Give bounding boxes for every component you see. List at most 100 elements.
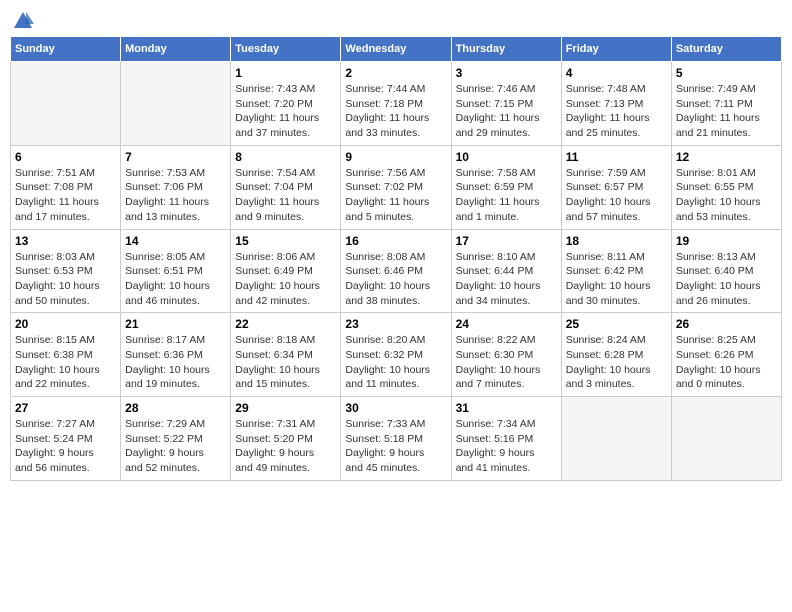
calendar-cell: 9 Sunrise: 7:56 AM Sunset: 7:02 PM Daylig…	[341, 145, 451, 229]
day-number: 1	[235, 66, 336, 80]
calendar-cell: 12 Sunrise: 8:01 AM Sunset: 6:55 PM Dayli…	[671, 145, 781, 229]
day-info: Sunrise: 8:08 AM Sunset: 6:46 PM Dayligh…	[345, 250, 446, 309]
day-info: Sunrise: 8:18 AM Sunset: 6:34 PM Dayligh…	[235, 333, 336, 392]
day-number: 5	[676, 66, 777, 80]
day-number: 22	[235, 317, 336, 331]
day-info: Sunrise: 8:11 AM Sunset: 6:42 PM Dayligh…	[566, 250, 667, 309]
day-number: 29	[235, 401, 336, 415]
calendar-cell: 22 Sunrise: 8:18 AM Sunset: 6:34 PM Dayli…	[231, 313, 341, 397]
calendar-cell: 23 Sunrise: 8:20 AM Sunset: 6:32 PM Dayli…	[341, 313, 451, 397]
day-info: Sunrise: 7:44 AM Sunset: 7:18 PM Dayligh…	[345, 82, 446, 141]
weekday-header-thursday: Thursday	[451, 37, 561, 62]
logo	[10, 10, 34, 28]
day-number: 30	[345, 401, 446, 415]
calendar-cell: 21 Sunrise: 8:17 AM Sunset: 6:36 PM Dayli…	[121, 313, 231, 397]
day-number: 8	[235, 150, 336, 164]
day-info: Sunrise: 7:59 AM Sunset: 6:57 PM Dayligh…	[566, 166, 667, 225]
calendar-cell: 7 Sunrise: 7:53 AM Sunset: 7:06 PM Daylig…	[121, 145, 231, 229]
calendar-cell: 15 Sunrise: 8:06 AM Sunset: 6:49 PM Dayli…	[231, 229, 341, 313]
day-number: 18	[566, 234, 667, 248]
calendar-cell: 13 Sunrise: 8:03 AM Sunset: 6:53 PM Dayli…	[11, 229, 121, 313]
calendar-cell	[11, 62, 121, 146]
day-info: Sunrise: 7:43 AM Sunset: 7:20 PM Dayligh…	[235, 82, 336, 141]
day-info: Sunrise: 7:49 AM Sunset: 7:11 PM Dayligh…	[676, 82, 777, 141]
day-number: 24	[456, 317, 557, 331]
calendar-cell: 16 Sunrise: 8:08 AM Sunset: 6:46 PM Dayli…	[341, 229, 451, 313]
day-info: Sunrise: 7:46 AM Sunset: 7:15 PM Dayligh…	[456, 82, 557, 141]
calendar-cell: 1 Sunrise: 7:43 AM Sunset: 7:20 PM Daylig…	[231, 62, 341, 146]
calendar-week-2: 6 Sunrise: 7:51 AM Sunset: 7:08 PM Daylig…	[11, 145, 782, 229]
day-number: 6	[15, 150, 116, 164]
day-number: 13	[15, 234, 116, 248]
calendar-cell: 11Sunrise: 7:59 AM Sunset: 6:57 PM Dayli…	[561, 145, 671, 229]
calendar-cell: 4Sunrise: 7:48 AM Sunset: 7:13 PM Daylig…	[561, 62, 671, 146]
calendar-cell: 2 Sunrise: 7:44 AM Sunset: 7:18 PM Daylig…	[341, 62, 451, 146]
day-number: 31	[456, 401, 557, 415]
day-info: Sunrise: 8:13 AM Sunset: 6:40 PM Dayligh…	[676, 250, 777, 309]
day-number: 15	[235, 234, 336, 248]
calendar-week-1: 1 Sunrise: 7:43 AM Sunset: 7:20 PM Daylig…	[11, 62, 782, 146]
day-info: Sunrise: 8:17 AM Sunset: 6:36 PM Dayligh…	[125, 333, 226, 392]
day-info: Sunrise: 7:51 AM Sunset: 7:08 PM Dayligh…	[15, 166, 116, 225]
calendar-cell: 3 Sunrise: 7:46 AM Sunset: 7:15 PM Daylig…	[451, 62, 561, 146]
calendar-week-4: 20 Sunrise: 8:15 AM Sunset: 6:38 PM Dayli…	[11, 313, 782, 397]
day-number: 14	[125, 234, 226, 248]
calendar-table: SundayMondayTuesdayWednesdayThursdayFrid…	[10, 36, 782, 481]
calendar-cell: 14 Sunrise: 8:05 AM Sunset: 6:51 PM Dayli…	[121, 229, 231, 313]
day-number: 9	[345, 150, 446, 164]
weekday-header-sunday: Sunday	[11, 37, 121, 62]
weekday-header-row: SundayMondayTuesdayWednesdayThursdayFrid…	[11, 37, 782, 62]
calendar-cell: 19 Sunrise: 8:13 AM Sunset: 6:40 PM Dayli…	[671, 229, 781, 313]
calendar-cell: 29 Sunrise: 7:31 AM Sunset: 5:20 PM Dayli…	[231, 397, 341, 481]
calendar-cell: 26 Sunrise: 8:25 AM Sunset: 6:26 PM Dayli…	[671, 313, 781, 397]
calendar-cell	[121, 62, 231, 146]
day-number: 16	[345, 234, 446, 248]
day-info: Sunrise: 8:10 AM Sunset: 6:44 PM Dayligh…	[456, 250, 557, 309]
calendar-week-3: 13 Sunrise: 8:03 AM Sunset: 6:53 PM Dayli…	[11, 229, 782, 313]
weekday-header-tuesday: Tuesday	[231, 37, 341, 62]
calendar-cell: 18 Sunrise: 8:11 AM Sunset: 6:42 PM Dayli…	[561, 229, 671, 313]
day-number: 27	[15, 401, 116, 415]
day-info: Sunrise: 8:24 AM Sunset: 6:28 PM Dayligh…	[566, 333, 667, 392]
day-number: 7	[125, 150, 226, 164]
day-info: Sunrise: 7:34 AM Sunset: 5:16 PM Dayligh…	[456, 417, 557, 476]
day-info: Sunrise: 7:58 AM Sunset: 6:59 PM Dayligh…	[456, 166, 557, 225]
day-number: 28	[125, 401, 226, 415]
calendar-cell: 27 Sunrise: 7:27 AM Sunset: 5:24 PM Dayli…	[11, 397, 121, 481]
calendar-cell: 10 Sunrise: 7:58 AM Sunset: 6:59 PM Dayli…	[451, 145, 561, 229]
day-number: 23	[345, 317, 446, 331]
day-number: 19	[676, 234, 777, 248]
day-info: Sunrise: 7:56 AM Sunset: 7:02 PM Dayligh…	[345, 166, 446, 225]
day-number: 10	[456, 150, 557, 164]
calendar-week-5: 27 Sunrise: 7:27 AM Sunset: 5:24 PM Dayli…	[11, 397, 782, 481]
day-info: Sunrise: 7:27 AM Sunset: 5:24 PM Dayligh…	[15, 417, 116, 476]
day-number: 3	[456, 66, 557, 80]
day-number: 20	[15, 317, 116, 331]
calendar-cell: 24Sunrise: 8:22 AM Sunset: 6:30 PM Dayli…	[451, 313, 561, 397]
day-info: Sunrise: 8:20 AM Sunset: 6:32 PM Dayligh…	[345, 333, 446, 392]
calendar-cell: 8Sunrise: 7:54 AM Sunset: 7:04 PM Daylig…	[231, 145, 341, 229]
calendar-cell	[671, 397, 781, 481]
day-info: Sunrise: 8:25 AM Sunset: 6:26 PM Dayligh…	[676, 333, 777, 392]
day-number: 25	[566, 317, 667, 331]
day-number: 26	[676, 317, 777, 331]
page-header	[10, 10, 782, 28]
day-info: Sunrise: 7:33 AM Sunset: 5:18 PM Dayligh…	[345, 417, 446, 476]
day-info: Sunrise: 8:03 AM Sunset: 6:53 PM Dayligh…	[15, 250, 116, 309]
day-number: 2	[345, 66, 446, 80]
day-info: Sunrise: 7:31 AM Sunset: 5:20 PM Dayligh…	[235, 417, 336, 476]
calendar-cell: 5 Sunrise: 7:49 AM Sunset: 7:11 PM Daylig…	[671, 62, 781, 146]
day-number: 21	[125, 317, 226, 331]
day-info: Sunrise: 8:15 AM Sunset: 6:38 PM Dayligh…	[15, 333, 116, 392]
day-info: Sunrise: 8:06 AM Sunset: 6:49 PM Dayligh…	[235, 250, 336, 309]
logo-icon	[12, 10, 34, 32]
weekday-header-monday: Monday	[121, 37, 231, 62]
day-info: Sunrise: 8:01 AM Sunset: 6:55 PM Dayligh…	[676, 166, 777, 225]
day-number: 12	[676, 150, 777, 164]
calendar-cell: 17 Sunrise: 8:10 AM Sunset: 6:44 PM Dayli…	[451, 229, 561, 313]
day-info: Sunrise: 7:53 AM Sunset: 7:06 PM Dayligh…	[125, 166, 226, 225]
weekday-header-saturday: Saturday	[671, 37, 781, 62]
day-info: Sunrise: 8:05 AM Sunset: 6:51 PM Dayligh…	[125, 250, 226, 309]
day-number: 17	[456, 234, 557, 248]
calendar-cell: 28Sunrise: 7:29 AM Sunset: 5:22 PM Dayli…	[121, 397, 231, 481]
